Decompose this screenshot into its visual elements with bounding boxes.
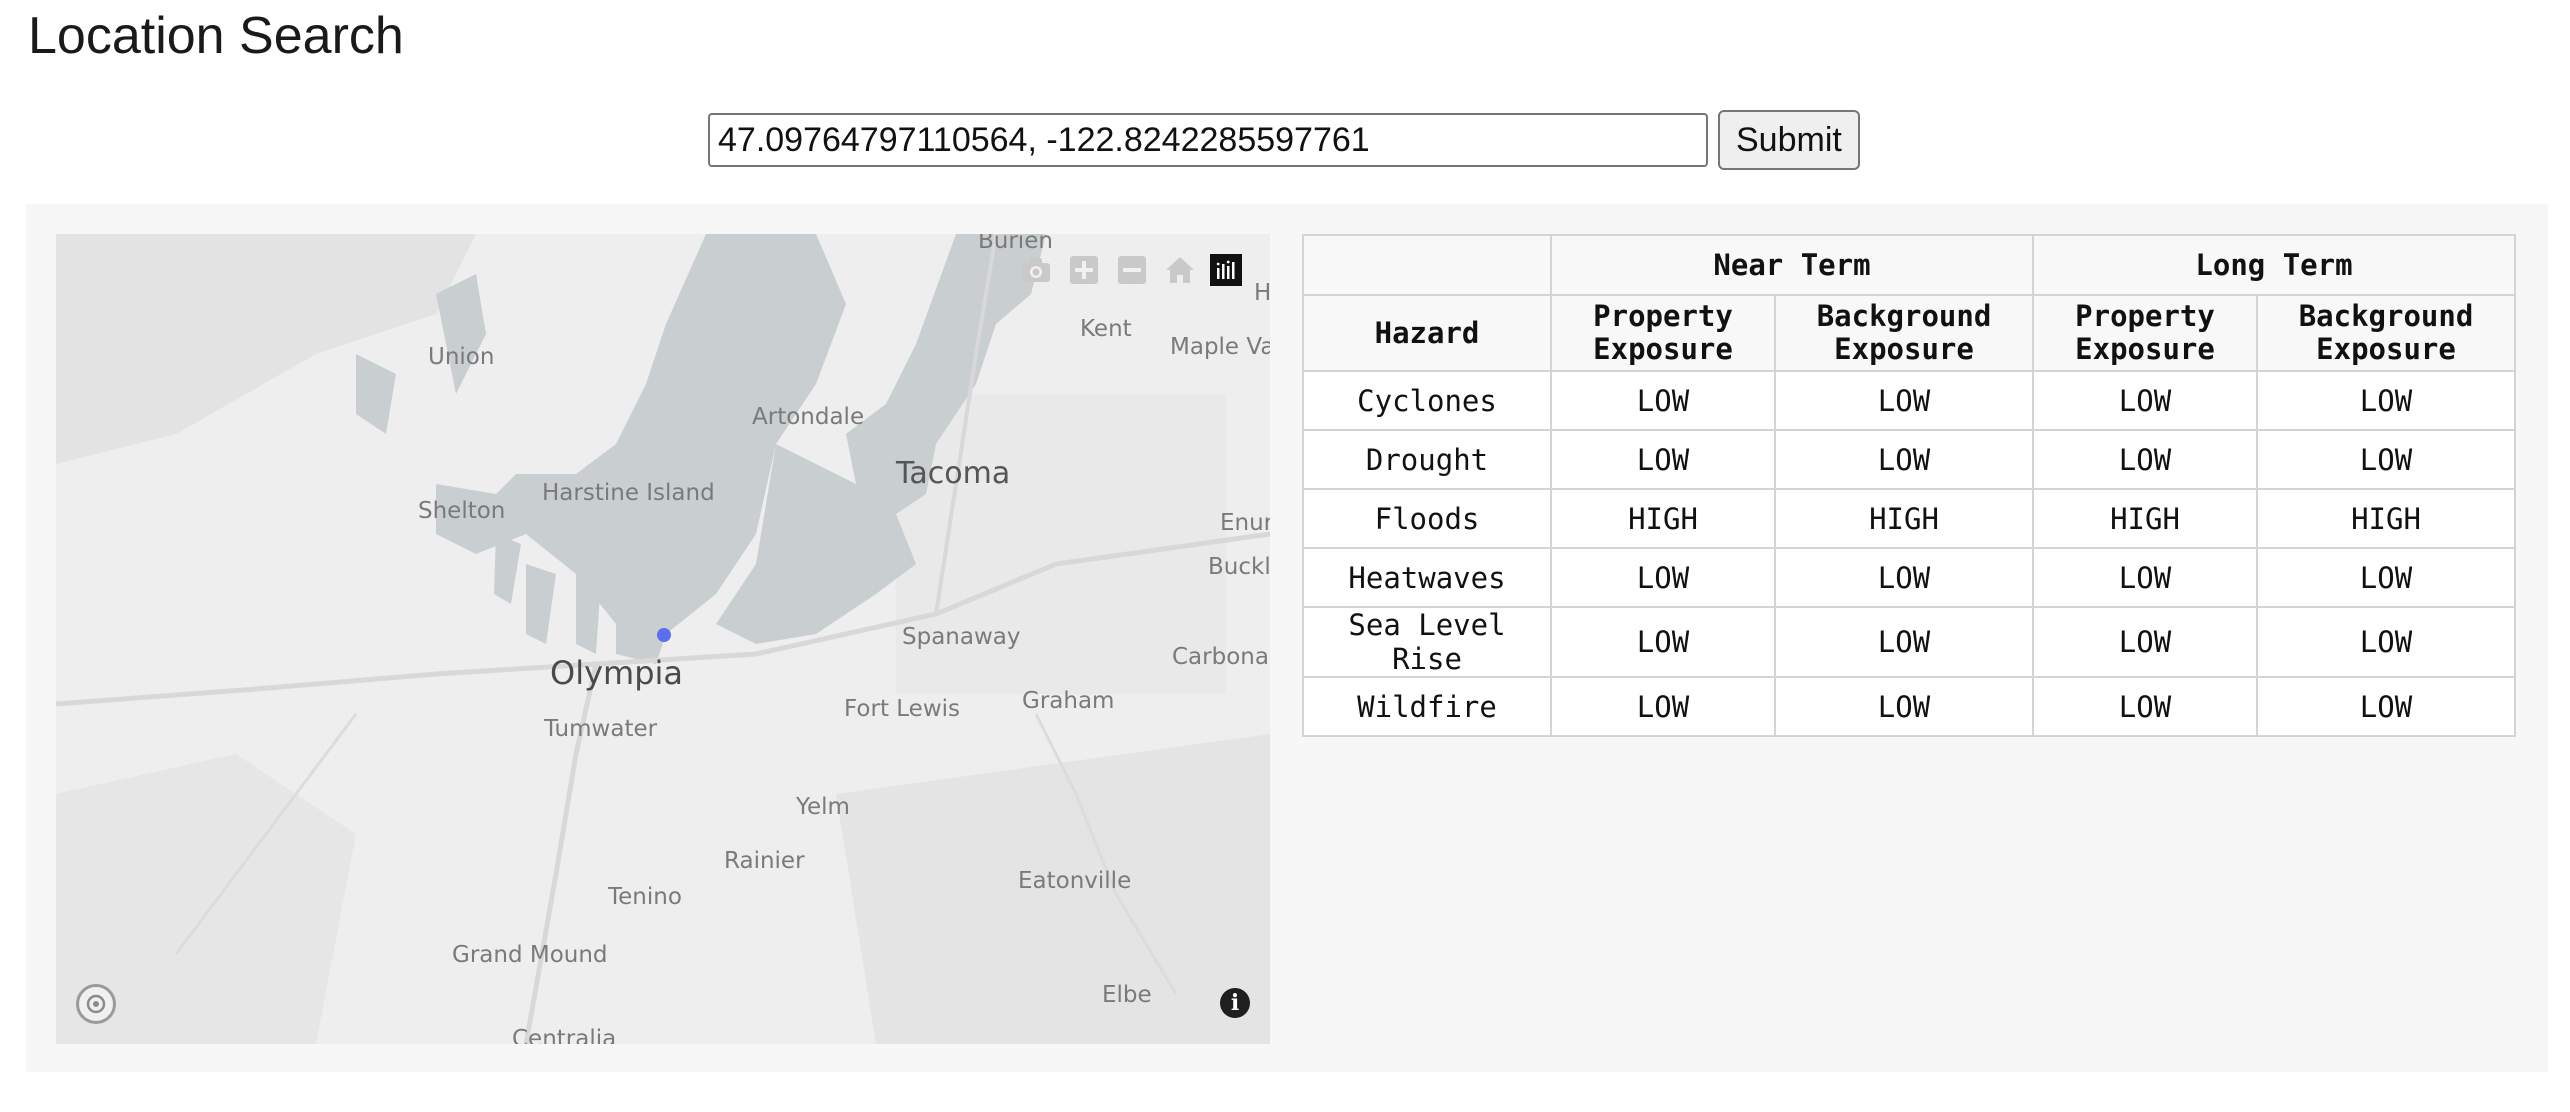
map-label-yelm: Yelm: [796, 794, 850, 820]
search-form: Submit: [708, 110, 1860, 170]
map-label-graham: Graham: [1022, 688, 1115, 714]
long-property-cell: HIGH: [2032, 488, 2258, 549]
hazard-cell: Cyclones: [1302, 370, 1552, 431]
map-modebar: [1018, 252, 1242, 288]
map-label-enumclaw: Enur: [1220, 510, 1270, 536]
map-label-kent: Kent: [1080, 316, 1132, 342]
long-property-cell: LOW: [2032, 676, 2258, 737]
near-background-cell: LOW: [1774, 429, 2034, 490]
page-title: Location Search: [28, 7, 404, 65]
map-label-tumwater: Tumwater: [544, 716, 658, 742]
long-term-header: Long Term: [2032, 234, 2516, 296]
hazard-header: Hazard: [1302, 294, 1552, 372]
long-background-cell: LOW: [2256, 547, 2516, 608]
map-label-edge: H: [1254, 280, 1270, 306]
hazard-cell: Drought: [1302, 429, 1552, 490]
table-row: Wildfire LOW LOW LOW LOW: [1302, 676, 2516, 737]
near-background-cell: LOW: [1774, 547, 2034, 608]
long-property-cell: LOW: [2032, 606, 2258, 678]
camera-icon[interactable]: [1018, 252, 1054, 288]
table-row: Drought LOW LOW LOW LOW: [1302, 429, 2516, 490]
plotly-logo-icon[interactable]: [1210, 254, 1242, 286]
info-icon[interactable]: i: [1220, 988, 1250, 1018]
map-label-carbonado: Carbonac: [1172, 644, 1270, 670]
hazard-exposure-table: Near Term Long Term Hazard Property Expo…: [1302, 234, 2516, 737]
map-label-centralia: Centralia: [512, 1026, 617, 1044]
map-label-burien: Burien: [978, 234, 1053, 254]
near-background-cell: LOW: [1774, 370, 2034, 431]
group-header-row: Near Term Long Term: [1302, 234, 2516, 296]
table-row: Cyclones LOW LOW LOW LOW: [1302, 370, 2516, 431]
results-panel: Burien H Union Kent Maple Va Artondale T…: [26, 204, 2548, 1072]
long-background-cell: LOW: [2256, 429, 2516, 490]
near-property-cell: HIGH: [1550, 488, 1776, 549]
hazard-cell: Floods: [1302, 488, 1552, 549]
near-property-cell: LOW: [1550, 606, 1776, 678]
near-background-cell: LOW: [1774, 676, 2034, 737]
near-background-cell: HIGH: [1774, 488, 2034, 549]
map-label-tacoma: Tacoma: [896, 456, 1011, 491]
map-label-buckley: Buckl: [1208, 554, 1270, 580]
zoom-in-icon[interactable]: [1066, 252, 1102, 288]
empty-header-cell: [1302, 234, 1552, 296]
compass-icon[interactable]: [76, 984, 116, 1024]
map-label-spanaway: Spanaway: [902, 624, 1021, 650]
hazard-cell: Wildfire: [1302, 676, 1552, 737]
near-property-cell: LOW: [1550, 547, 1776, 608]
submit-button[interactable]: Submit: [1718, 110, 1860, 170]
map-label-rainier: Rainier: [724, 848, 805, 874]
map-label-union: Union: [428, 344, 495, 370]
long-property-exposure-header: Property Exposure: [2032, 294, 2258, 372]
map-label-shelton: Shelton: [418, 498, 506, 524]
table-row: Sea Level Rise LOW LOW LOW LOW: [1302, 606, 2516, 678]
long-background-exposure-header: Background Exposure: [2256, 294, 2516, 372]
long-property-cell: LOW: [2032, 429, 2258, 490]
long-background-cell: LOW: [2256, 606, 2516, 678]
map-label-artondale: Artondale: [752, 404, 865, 430]
near-property-exposure-header: Property Exposure: [1550, 294, 1776, 372]
map-label-fort-lewis: Fort Lewis: [844, 696, 961, 722]
map-label-olympia: Olympia: [550, 654, 683, 692]
near-term-header: Near Term: [1550, 234, 2034, 296]
zoom-out-icon[interactable]: [1114, 252, 1150, 288]
near-background-exposure-header: Background Exposure: [1774, 294, 2034, 372]
near-property-cell: LOW: [1550, 676, 1776, 737]
location-search-input[interactable]: [708, 113, 1708, 167]
long-background-cell: LOW: [2256, 676, 2516, 737]
map-label-maple-valley: Maple Va: [1170, 334, 1270, 360]
map[interactable]: Burien H Union Kent Maple Va Artondale T…: [56, 234, 1270, 1044]
hazard-cell: Heatwaves: [1302, 547, 1552, 608]
map-label-tenino: Tenino: [608, 884, 682, 910]
long-background-cell: HIGH: [2256, 488, 2516, 549]
table-row: Floods HIGH HIGH HIGH HIGH: [1302, 488, 2516, 549]
long-property-cell: LOW: [2032, 370, 2258, 431]
map-label-eatonville: Eatonville: [1018, 868, 1132, 894]
column-header-row: Hazard Property Exposure Background Expo…: [1302, 294, 2516, 372]
map-label-elbe: Elbe: [1102, 982, 1152, 1008]
map-label-harstine-island: Harstine Island: [542, 480, 715, 506]
hazard-cell: Sea Level Rise: [1302, 606, 1552, 678]
near-property-cell: LOW: [1550, 429, 1776, 490]
long-background-cell: LOW: [2256, 370, 2516, 431]
table-row: Heatwaves LOW LOW LOW LOW: [1302, 547, 2516, 608]
location-marker[interactable]: [657, 628, 671, 642]
near-background-cell: LOW: [1774, 606, 2034, 678]
long-property-cell: LOW: [2032, 547, 2258, 608]
home-icon[interactable]: [1162, 252, 1198, 288]
near-property-cell: LOW: [1550, 370, 1776, 431]
map-label-grand-mound: Grand Mound: [452, 942, 608, 968]
